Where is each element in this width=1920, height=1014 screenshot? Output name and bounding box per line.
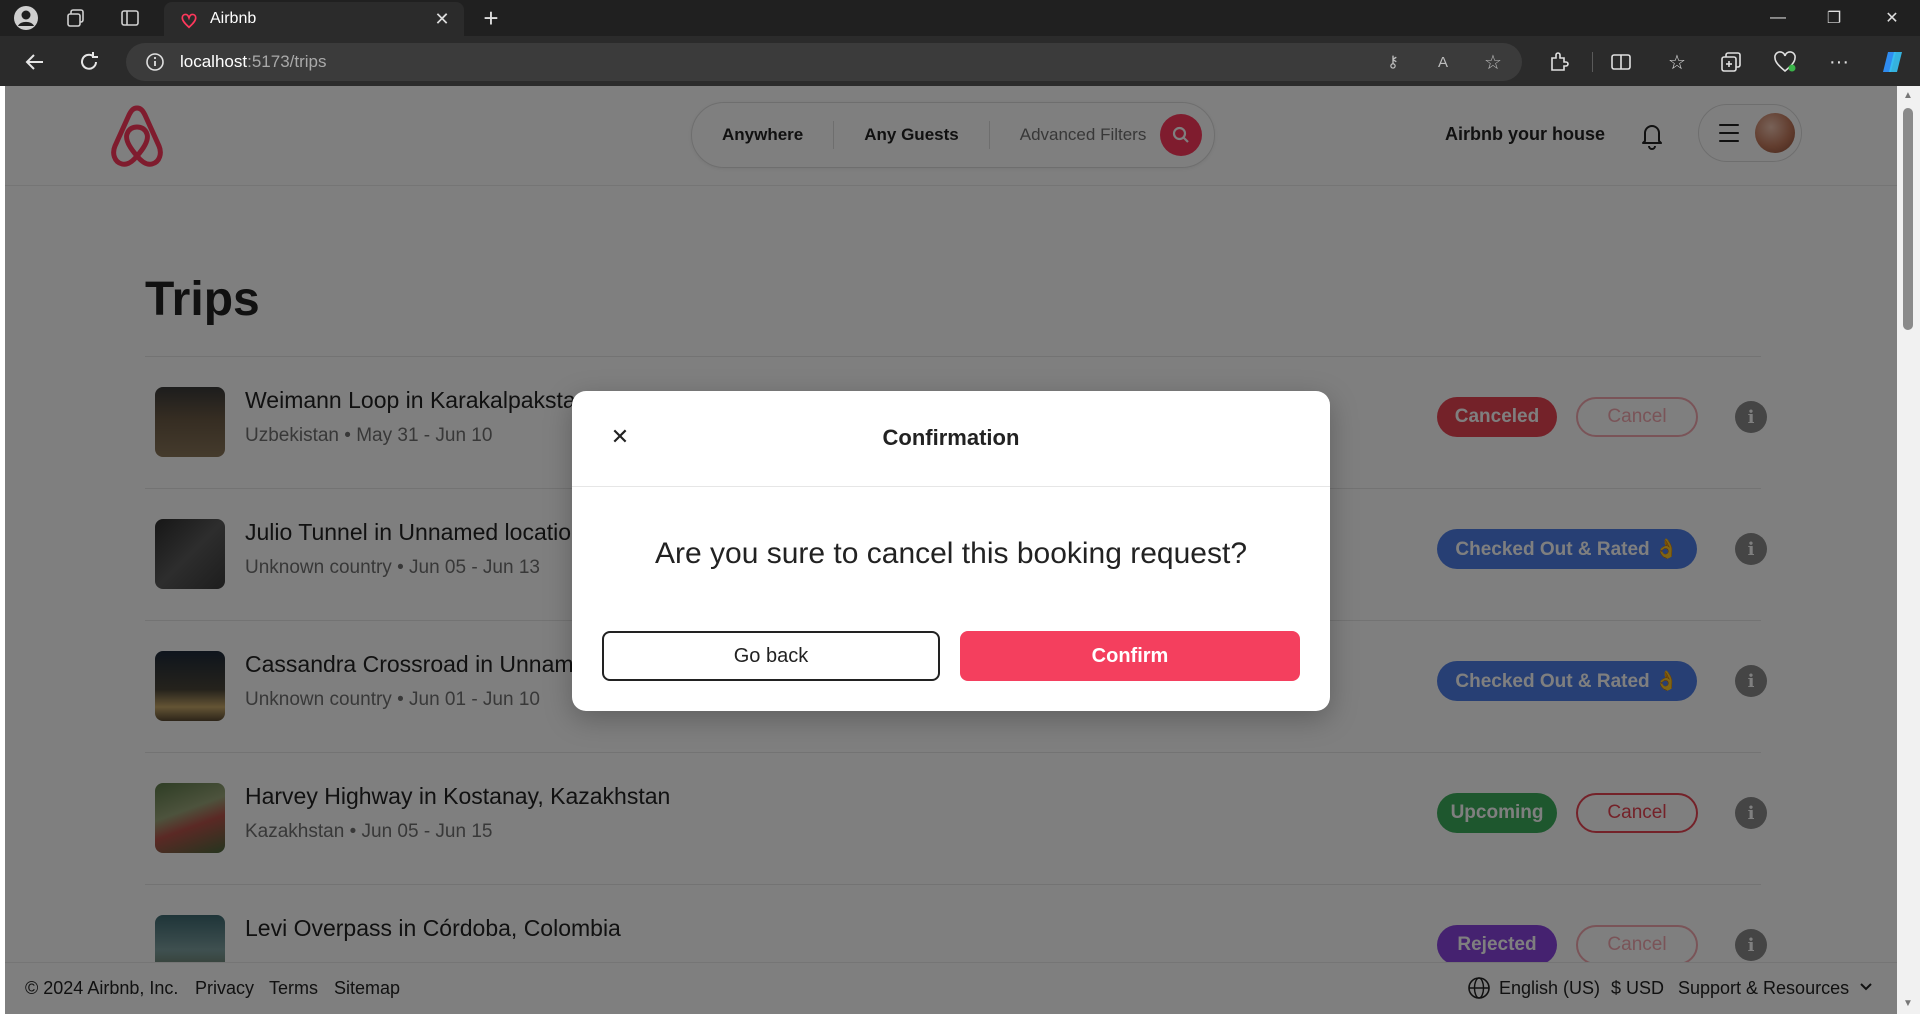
page-scrollbar[interactable]: ▲ ▼ [1897, 86, 1920, 1014]
toolbar-divider [1592, 52, 1593, 72]
collections-toolbar-icon[interactable] [1718, 49, 1744, 75]
url-host: localhost [180, 52, 248, 71]
refresh-icon[interactable] [72, 45, 106, 79]
url-text: localhost:5173/trips [180, 52, 327, 72]
scroll-up-icon[interactable]: ▲ [1902, 90, 1914, 102]
window-close-icon[interactable]: ✕ [1864, 0, 1920, 36]
collections-icon[interactable] [62, 4, 90, 32]
profile-icon[interactable] [12, 4, 40, 32]
minimize-icon[interactable]: — [1750, 0, 1806, 36]
password-key-icon[interactable]: ⚷ [1382, 51, 1404, 73]
more-options-icon[interactable]: ··· [1826, 49, 1852, 75]
address-bar[interactable]: localhost:5173/trips ⚷ A ☆ [126, 43, 1522, 81]
confirmation-modal: ✕ Confirmation Are you sure to cancel th… [572, 391, 1330, 711]
favorite-star-icon[interactable]: ☆ [1482, 51, 1504, 74]
browser-tab-airbnb[interactable]: Airbnb ✕ [164, 2, 464, 36]
modal-question: Are you sure to cancel this booking requ… [654, 537, 1248, 570]
site-info-icon[interactable] [144, 51, 166, 73]
close-tab-icon[interactable]: ✕ [430, 7, 454, 31]
modal-title: Confirmation [882, 425, 1020, 450]
favorites-icon[interactable]: ☆ [1664, 49, 1690, 75]
scrollbar-thumb[interactable] [1903, 108, 1913, 330]
back-icon[interactable] [18, 45, 52, 79]
vertical-tabs-icon[interactable] [116, 4, 144, 32]
modal-header: ✕ Confirmation [572, 391, 1330, 487]
restore-icon[interactable]: ❐ [1806, 0, 1862, 36]
new-tab-icon[interactable]: + [476, 4, 506, 32]
copilot-icon[interactable] [1880, 49, 1906, 75]
read-aloud-icon[interactable]: A [1432, 51, 1454, 73]
url-path: :5173/trips [247, 52, 327, 71]
go-back-button[interactable]: Go back [602, 631, 940, 681]
confirm-button[interactable]: Confirm [960, 631, 1300, 681]
extensions-icon[interactable] [1546, 49, 1572, 75]
browser-toolbar: localhost:5173/trips ⚷ A ☆ ☆ ··· [0, 36, 1920, 86]
browser-tab-strip: Airbnb ✕ + — ❐ ✕ [0, 0, 1920, 36]
split-screen-icon[interactable] [1608, 49, 1634, 75]
browser-essentials-icon[interactable] [1772, 49, 1798, 75]
tab-title: Airbnb [210, 10, 257, 27]
scroll-down-icon[interactable]: ▼ [1902, 998, 1914, 1010]
airbnb-favicon-icon [178, 8, 200, 30]
